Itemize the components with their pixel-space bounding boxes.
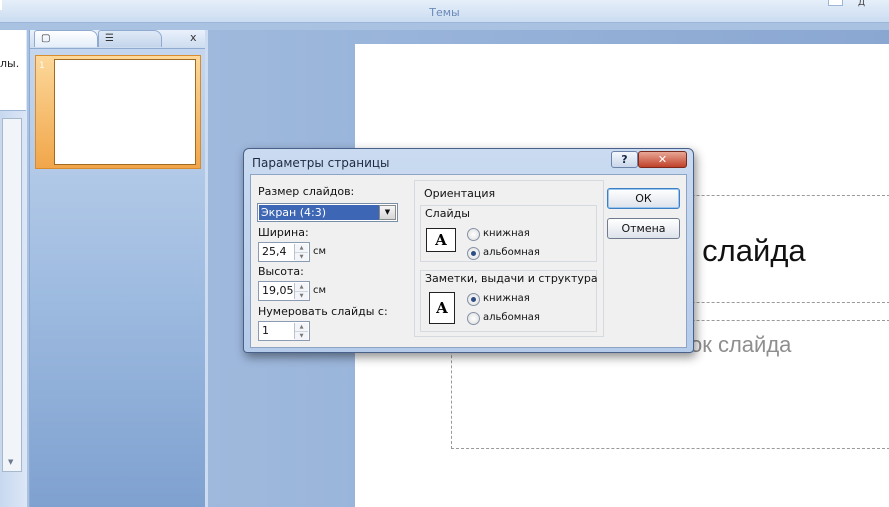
numbering-spin-buttons[interactable]: ▲ ▼ — [294, 323, 308, 340]
slides-group-title: Слайды — [425, 207, 470, 220]
slides-tab-icon: ▢ — [41, 33, 51, 44]
spin-up-icon[interactable]: ▲ — [295, 244, 308, 253]
ribbon-control[interactable] — [828, 0, 843, 6]
scroll-down-icon[interactable]: ▼ — [8, 458, 13, 466]
height-unit: см — [313, 285, 327, 296]
pane-tabs: ▢ ☰ x — [30, 30, 205, 49]
spin-down-icon[interactable]: ▼ — [295, 332, 308, 340]
slides-portrait-label[interactable]: книжная — [483, 228, 530, 239]
landscape-page-icon: A — [426, 228, 456, 252]
ribbon-group-label: Темы — [429, 6, 460, 19]
width-spin-buttons[interactable]: ▲ ▼ — [294, 244, 308, 261]
notes-landscape-label[interactable]: альбомная — [483, 312, 540, 323]
slide-size-select[interactable]: Экран (4:3) ▼ — [257, 203, 398, 222]
height-label: Высота: — [258, 265, 304, 278]
chevron-down-icon[interactable]: ▼ — [379, 205, 396, 220]
notes-portrait-label[interactable]: книжная — [483, 293, 530, 304]
height-spinner[interactable]: 19,05 ▲ ▼ — [258, 281, 310, 301]
spin-down-icon[interactable]: ▼ — [295, 253, 308, 261]
spin-up-icon[interactable]: ▲ — [295, 283, 308, 292]
slide-thumbnail-number: 1 — [39, 61, 45, 71]
slide-size-value: Экран (4:3) — [259, 205, 380, 220]
ok-button[interactable]: ОК — [607, 188, 680, 209]
tab-outline[interactable]: ☰ — [98, 30, 162, 47]
pane-close-icon[interactable]: x — [190, 31, 197, 44]
slides-landscape-radio[interactable] — [467, 247, 480, 260]
left-pane-text: лы. — [0, 57, 20, 70]
slides-pane: ▢ ☰ x 1 — [29, 30, 206, 507]
notes-landscape-radio[interactable] — [467, 312, 480, 325]
slide-size-label: Размер слайдов: — [258, 185, 355, 198]
slides-landscape-label[interactable]: альбомная — [483, 247, 540, 258]
portrait-page-icon: A — [429, 292, 455, 324]
notes-portrait-radio[interactable] — [467, 293, 480, 306]
width-spinner[interactable]: 25,4 ▲ ▼ — [258, 242, 310, 262]
width-label: Ширина: — [258, 226, 309, 239]
slide-thumbnail-selected[interactable]: 1 — [35, 55, 201, 169]
dialog-title: Параметры страницы — [252, 156, 390, 170]
width-unit: см — [313, 246, 327, 257]
slides-portrait-radio[interactable] — [467, 228, 480, 241]
page-setup-dialog: Параметры страницы ? ✕ Размер слайдов: Э… — [243, 148, 694, 353]
title-placeholder-text: к слайда — [680, 233, 806, 268]
numbering-label: Нумеровать слайды с: — [258, 305, 388, 318]
orientation-title: Ориентация — [422, 187, 498, 200]
height-spin-buttons[interactable]: ▲ ▼ — [294, 283, 308, 300]
left-pane-scrollbar[interactable]: ▼ — [2, 118, 22, 472]
slide-thumbnail-image[interactable] — [54, 59, 196, 165]
tab-slides[interactable]: ▢ — [34, 30, 98, 47]
editing-area-edge — [205, 30, 208, 507]
spin-up-icon[interactable]: ▲ — [295, 323, 308, 332]
numbering-value: 1 — [262, 324, 269, 337]
numbering-spinner[interactable]: 1 ▲ ▼ — [258, 321, 310, 341]
outline-tab-icon: ☰ — [105, 33, 114, 44]
width-value: 25,4 — [262, 245, 287, 258]
spin-down-icon[interactable]: ▼ — [295, 292, 308, 300]
cancel-button[interactable]: Отмена — [607, 218, 680, 239]
notes-group-title: Заметки, выдачи и структура — [425, 272, 598, 285]
ribbon-strip: Темы Д — [0, 0, 889, 23]
dialog-body: Размер слайдов: Экран (4:3) ▼ Ширина: 25… — [250, 174, 687, 348]
left-pane-header — [0, 30, 26, 111]
close-button[interactable]: ✕ — [638, 151, 687, 168]
subtitle-placeholder-text: ок слайда — [690, 332, 792, 357]
help-button[interactable]: ? — [611, 151, 638, 168]
height-value: 19,05 — [262, 284, 294, 297]
ribbon-control-glyph[interactable]: Д — [858, 0, 865, 8]
